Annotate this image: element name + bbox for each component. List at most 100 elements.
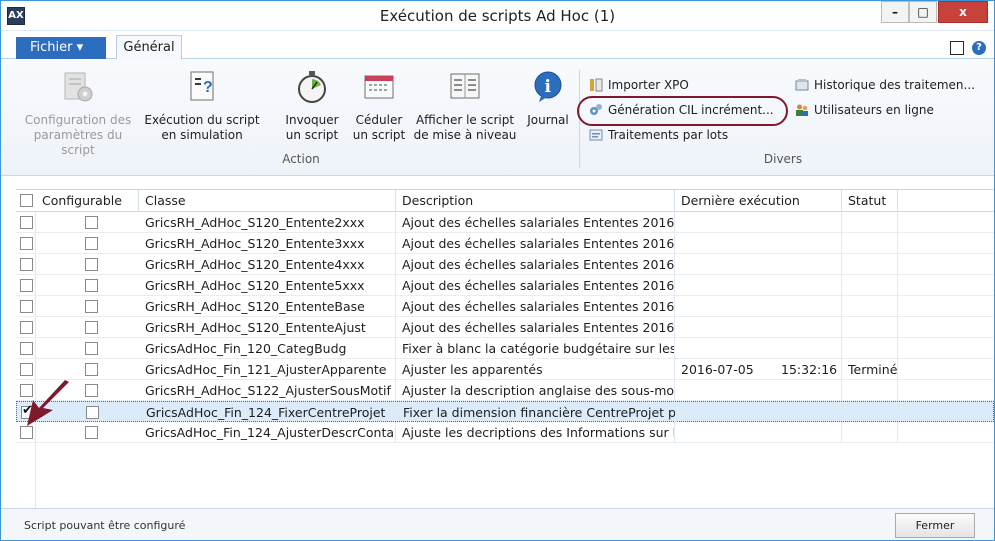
cell-description: Ajout des échelles salariales Ententes 2… (396, 212, 675, 233)
cell-statut (842, 422, 898, 443)
minimize-button[interactable]: – (881, 1, 909, 23)
online-users-label: Utilisateurs en ligne (814, 103, 934, 117)
action-group-label: Action (282, 152, 320, 166)
cell-description: Ajuste les decriptions des Informations … (396, 422, 675, 443)
cell-classe: GricsRH_AdHoc_S120_Entente5xxx (139, 275, 396, 296)
cell-classe: GricsRH_AdHoc_S120_Entente2xxx (139, 212, 396, 233)
grid-header: Configurable Classe Description Dernière… (16, 190, 994, 212)
row-select-checkbox[interactable] (20, 321, 33, 334)
journal-button[interactable]: i Journal (522, 70, 574, 128)
column-description[interactable]: Description (396, 190, 675, 212)
cell-description: Ajuster la description anglaise des sous… (396, 380, 675, 401)
table-row[interactable]: GricsAdHoc_Fin_124_FixerCentreProjetFixe… (16, 401, 994, 423)
fermer-button[interactable]: Fermer (895, 513, 975, 538)
cell-time: 15:32:16 (775, 359, 842, 380)
table-row[interactable]: GricsRH_AdHoc_S120_EntenteBase Ajout des … (16, 296, 994, 317)
scripts-grid: Configurable Classe Description Dernière… (16, 189, 994, 510)
schedule-script-label1: Céduler (355, 113, 403, 127)
cell-classe: GricsRH_AdHoc_S120_Entente4xxx (139, 254, 396, 275)
show-upgrade-script-label1: Afficher le script (415, 113, 515, 127)
status-bar: Script pouvant être configuré Fermer (1, 508, 994, 540)
table-row[interactable]: GricsRH_AdHoc_S120_Entente5xxx Ajout des … (16, 275, 994, 296)
table-row[interactable]: GricsRH_AdHoc_S120_Entente4xxx Ajout des … (16, 254, 994, 275)
row-select-checkbox[interactable] (20, 300, 33, 313)
configure-params-label2: paramètres du script (33, 128, 123, 157)
table-row[interactable]: GricsRH_AdHoc_S120_Entente3xxx Ajout des … (16, 233, 994, 254)
title-bar[interactable]: AX Exécution de scripts Ad Hoc (1) – □ x (1, 1, 994, 31)
configure-params-label1: Configuration des (24, 113, 132, 127)
row-select-checkbox[interactable] (20, 237, 33, 250)
cell-date (675, 338, 775, 359)
maximize-button[interactable]: □ (909, 1, 937, 23)
configurable-checkbox[interactable] (85, 321, 98, 334)
configurable-checkbox[interactable] (85, 384, 98, 397)
configurable-checkbox[interactable] (85, 342, 98, 355)
configurable-checkbox[interactable] (85, 426, 98, 439)
configurable-checkbox[interactable] (85, 237, 98, 250)
configurable-checkbox[interactable] (86, 406, 99, 419)
batch-history-label: Historique des traitemen... (814, 78, 975, 92)
column-configurable[interactable]: Configurable (36, 190, 139, 212)
select-all-checkbox[interactable] (20, 194, 33, 207)
online-users-button[interactable]: Utilisateurs en ligne (795, 101, 934, 119)
table-row[interactable]: GricsRH_AdHoc_S120_EntenteAjust Ajout des… (16, 317, 994, 338)
configurable-checkbox[interactable] (85, 300, 98, 313)
tab-file[interactable]: Fichier ▾ (16, 37, 106, 59)
table-row[interactable]: GricsRH_AdHoc_S120_Entente2xxx Ajout des … (16, 212, 994, 233)
close-window-button[interactable]: x (938, 1, 988, 23)
row-select-checkbox[interactable] (20, 279, 33, 292)
help-icon[interactable]: ? (972, 41, 986, 55)
cell-classe: GricsRH_AdHoc_S120_EntenteBase (139, 296, 396, 317)
cell-classe: GricsRH_AdHoc_S120_Entente3xxx (139, 233, 396, 254)
column-last-execution[interactable]: Dernière exécution (675, 190, 842, 212)
cell-statut (842, 380, 898, 401)
tab-general[interactable]: Général (116, 35, 182, 60)
cell-classe: GricsAdHoc_Fin_124_FixerCentreProjet (140, 402, 397, 423)
panel-toggle-icon[interactable] (950, 41, 964, 55)
settings-doc-icon (64, 72, 93, 102)
batch-jobs-label: Traitements par lots (608, 128, 729, 142)
import-xpo-button[interactable]: Importer XPO (589, 76, 689, 94)
table-row[interactable]: GricsRH_AdHoc_S122_AjusterSousMotif Ajust… (16, 380, 994, 401)
row-select-checkbox[interactable] (20, 216, 33, 229)
table-row[interactable]: GricsAdHoc_Fin_121_AjusterApparente Ajust… (16, 359, 994, 380)
cell-time (775, 275, 842, 296)
cell-date (675, 380, 775, 401)
cell-classe: GricsAdHoc_Fin_124_AjusterDescrConta... (139, 422, 396, 443)
configurable-checkbox[interactable] (85, 279, 98, 292)
simulation-run-button[interactable]: ? Exécution du script en simulation (144, 70, 260, 143)
table-row[interactable]: GricsAdHoc_Fin_124_AjusterDescrConta... A… (16, 422, 994, 443)
cell-statut (842, 212, 898, 233)
cell-description: Ajout des échelles salariales Ententes 2… (396, 317, 675, 338)
row-select-checkbox[interactable] (20, 258, 33, 271)
table-row[interactable]: GricsAdHoc_Fin_120_CategBudg Fixer à blan… (16, 338, 994, 359)
help-doc-icon: ? (190, 71, 214, 101)
column-classe[interactable]: Classe (139, 190, 396, 212)
row-select-checkbox[interactable] (20, 342, 33, 355)
cell-date (675, 212, 775, 233)
configure-params-button[interactable]: Configuration des paramètres du script (19, 70, 137, 158)
invoke-script-button[interactable]: Invoquer un script (280, 70, 344, 143)
cell-description: Fixer à blanc la catégorie budgétaire su… (396, 338, 675, 359)
cell-description: Ajout des échelles salariales Ententes 2… (396, 233, 675, 254)
batch-jobs-button[interactable]: Traitements par lots (589, 126, 728, 144)
cell-time (775, 317, 842, 338)
simulation-run-label2: en simulation (161, 128, 243, 142)
row-select-checkbox[interactable] (20, 363, 33, 376)
import-xpo-label: Importer XPO (608, 78, 689, 92)
batch-history-button[interactable]: Historique des traitemen... (795, 76, 975, 94)
cell-description: Ajout des échelles salariales Ententes 2… (396, 254, 675, 275)
show-upgrade-script-button[interactable]: Afficher le script de mise à niveau (412, 70, 518, 143)
cell-classe: GricsAdHoc_Fin_121_AjusterApparente (139, 359, 396, 380)
cell-statut (842, 275, 898, 296)
cell-statut (842, 296, 898, 317)
cell-time (775, 212, 842, 233)
column-statut[interactable]: Statut (842, 190, 898, 212)
configurable-checkbox[interactable] (85, 258, 98, 271)
configurable-checkbox[interactable] (85, 363, 98, 376)
schedule-script-button[interactable]: Céduler un script (350, 70, 408, 143)
cell-time (776, 402, 843, 423)
ribbon: Configuration des paramètres du script ?… (1, 60, 994, 176)
invoke-script-label1: Invoquer (285, 113, 339, 127)
configurable-checkbox[interactable] (85, 216, 98, 229)
